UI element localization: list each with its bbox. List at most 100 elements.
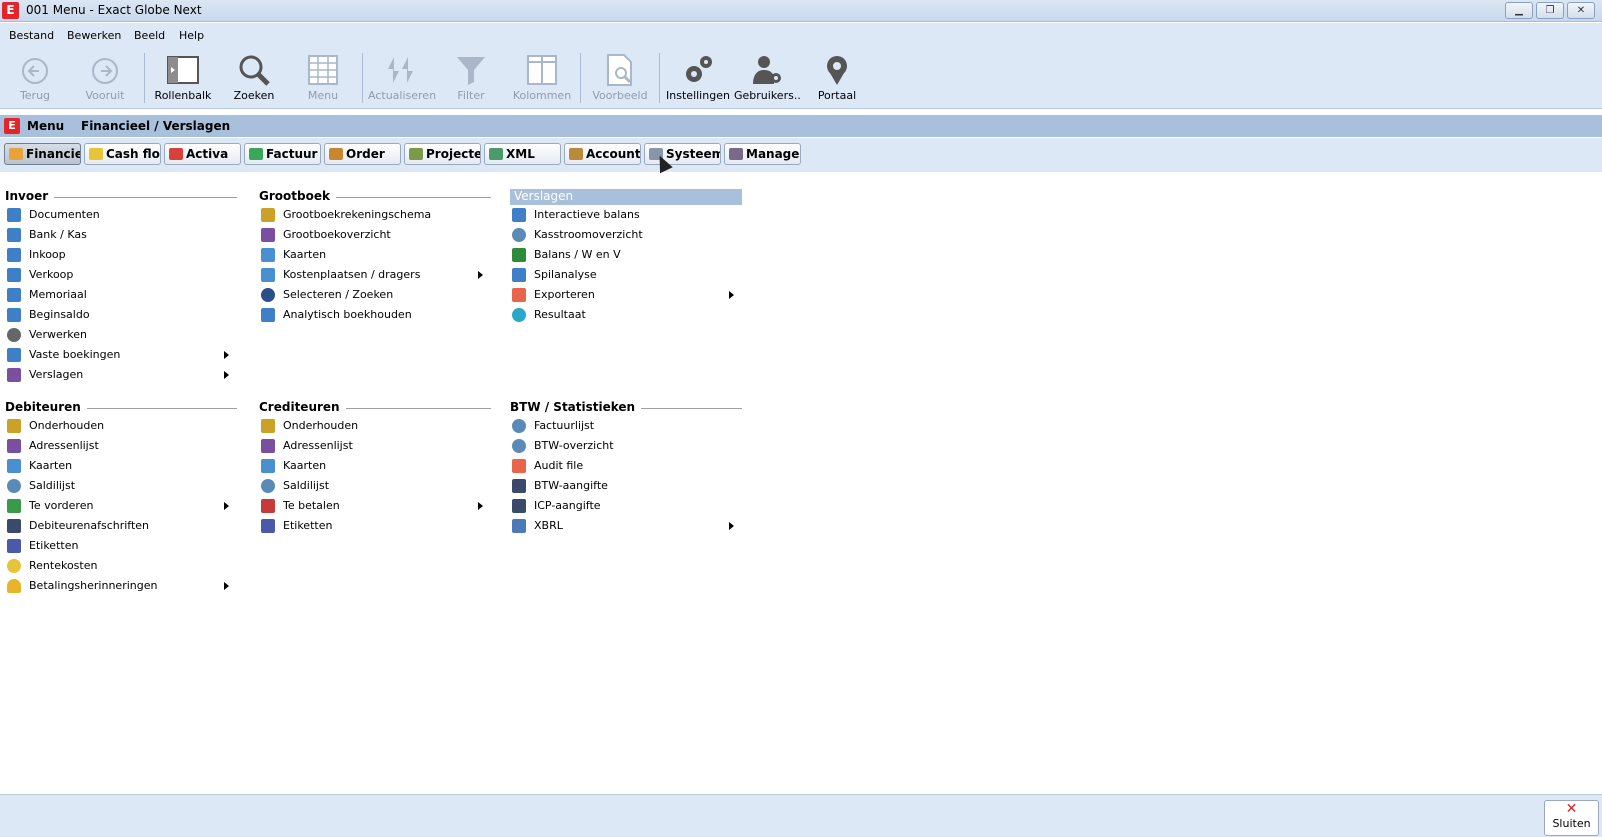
module-tab-bar: Financieel Cash flow Activa Factuur Orde… — [0, 138, 1602, 172]
menu-item-adressenlijst[interactable]: Adressenlijst — [259, 436, 491, 456]
menu-item-icp-aangifte[interactable]: ICP-aangifte — [510, 496, 742, 516]
section-title: Verslagen — [510, 189, 742, 205]
menu-item-saldilijst[interactable]: Saldilijst — [259, 476, 491, 496]
tab-factuur[interactable]: Factuur — [244, 143, 321, 165]
wrench-icon — [7, 419, 21, 433]
magnifier-icon — [512, 228, 526, 242]
menu-item-balans-w-en-v[interactable]: Balans / W en V — [510, 245, 742, 265]
submenu-arrow-icon — [224, 582, 229, 590]
tab-projecten[interactable]: Projecten — [404, 143, 481, 165]
toolbar: Terug Vooruit Rollenbalk Zoeken Menu Act… — [0, 47, 1602, 109]
menu-item-onderhouden[interactable]: Onderhouden — [259, 416, 491, 436]
menu-bar: Bestand Bewerken Beeld Help — [0, 23, 1602, 47]
menu-item-kostenplaatsen-dragers[interactable]: Kostenplaatsen / dragers — [259, 265, 491, 285]
tab-activa[interactable]: Activa — [164, 143, 241, 165]
menu-item-debiteurenafschriften[interactable]: Debiteurenafschriften — [5, 516, 237, 536]
menu-item-vaste-boekingen[interactable]: Vaste boekingen — [5, 345, 237, 365]
forward-button[interactable]: Vooruit — [82, 53, 128, 105]
table-icon — [512, 208, 526, 222]
app-logo-icon: E — [2, 2, 19, 19]
refresh-button[interactable]: Actualiseren — [368, 53, 436, 105]
menu-item-resultaat[interactable]: Resultaat — [510, 305, 742, 325]
menu-item-verwerken[interactable]: Verwerken — [5, 325, 237, 345]
refresh-icon — [388, 57, 413, 83]
menu-help[interactable]: Help — [179, 29, 204, 42]
back-button[interactable]: Terug — [12, 53, 58, 105]
preview-button[interactable]: Voorbeeld — [590, 53, 650, 105]
users-icon — [753, 56, 781, 84]
menu-item-kaarten[interactable]: Kaarten — [259, 456, 491, 476]
menu-item-btw-overzicht[interactable]: BTW-overzicht — [510, 436, 742, 456]
grid-menu-icon — [308, 55, 338, 85]
menu-item-kaarten[interactable]: Kaarten — [259, 245, 491, 265]
menu-beeld[interactable]: Beeld — [134, 29, 165, 42]
purchase-entry-icon — [7, 248, 21, 262]
menu-item-verkoop[interactable]: Verkoop — [5, 265, 237, 285]
menu-item-audit-file[interactable]: Audit file — [510, 456, 742, 476]
columns-button[interactable]: Kolommen — [512, 53, 572, 105]
sales-entry-icon — [7, 268, 21, 282]
menu-item-te-vorderen[interactable]: Te vorderen — [5, 496, 237, 516]
gears-icon — [686, 56, 712, 82]
minimize-button[interactable]: ▁ — [1505, 2, 1533, 19]
menu-item-factuurlijst[interactable]: Factuurlijst — [510, 416, 742, 436]
menu-item-betalingsherinneringen[interactable]: Betalingsherinneringen — [5, 576, 237, 596]
sluiten-button[interactable]: ✕ Sluiten — [1544, 800, 1599, 836]
portal-button[interactable]: Portaal — [814, 53, 860, 105]
menu-item-onderhouden[interactable]: Onderhouden — [5, 416, 237, 436]
close-window-button[interactable]: ✕ — [1567, 2, 1595, 19]
menu-button[interactable]: Menu — [300, 53, 346, 105]
menu-item-te-betalen[interactable]: Te betalen — [259, 496, 491, 516]
projects-icon — [409, 148, 423, 160]
menu-item-saldilijst[interactable]: Saldilijst — [5, 476, 237, 496]
rollenbalk-button[interactable]: Rollenbalk — [153, 53, 213, 105]
menu-bestand[interactable]: Bestand — [9, 29, 54, 42]
tab-management[interactable]: Management — [724, 143, 801, 165]
menu-item-memoriaal[interactable]: Memoriaal — [5, 285, 237, 305]
menu-item-grootboekrekeningschema[interactable]: Grootboekrekeningschema — [259, 205, 491, 225]
menu-item-inkoop[interactable]: Inkoop — [5, 245, 237, 265]
settings-button[interactable]: Instellingen — [666, 53, 730, 105]
report-book-icon — [261, 228, 275, 242]
menu-item-etiketten[interactable]: Etiketten — [5, 536, 237, 556]
wrench-icon — [261, 208, 275, 222]
breadcrumb-menu[interactable]: Menu — [27, 119, 64, 133]
filter-button[interactable]: Filter — [448, 53, 494, 105]
menu-item-exporteren[interactable]: Exporteren — [510, 285, 742, 305]
toolbar-separator — [144, 53, 145, 103]
menu-item-spilanalyse[interactable]: Spilanalyse — [510, 265, 742, 285]
cards-icon — [261, 459, 275, 473]
tab-xml[interactable]: XML — [484, 143, 561, 165]
menu-item-grootboekoverzicht[interactable]: Grootboekoverzicht — [259, 225, 491, 245]
toolbar-separator — [362, 53, 363, 103]
users-button[interactable]: Gebruikers.. — [734, 53, 801, 105]
magnifier-icon — [261, 479, 275, 493]
menu-item-adressenlijst[interactable]: Adressenlijst — [5, 436, 237, 456]
cards-icon — [261, 248, 275, 262]
menu-item-kaarten[interactable]: Kaarten — [5, 456, 237, 476]
menu-bewerken[interactable]: Bewerken — [67, 29, 121, 42]
menu-item-verslagen[interactable]: Verslagen — [5, 365, 237, 385]
menu-item-xbrl[interactable]: XBRL — [510, 516, 742, 536]
menu-item-interactieve-balans[interactable]: Interactieve balans — [510, 205, 742, 225]
menu-item-rentekosten[interactable]: Rentekosten — [5, 556, 237, 576]
menu-item-analytisch-boekhouden[interactable]: Analytisch boekhouden — [259, 305, 491, 325]
back-arrow-icon — [22, 58, 48, 84]
menu-item-bank-kas[interactable]: Bank / Kas — [5, 225, 237, 245]
tab-financieel[interactable]: Financieel — [4, 143, 81, 165]
menu-item-kasstroomoverzicht[interactable]: Kasstroomoverzicht — [510, 225, 742, 245]
tab-order[interactable]: Order — [324, 143, 401, 165]
menu-item-selecteren-zoeken[interactable]: Selecteren / Zoeken — [259, 285, 491, 305]
menu-item-documenten[interactable]: Documenten — [5, 205, 237, 225]
cash-flow-icon — [89, 148, 103, 160]
menu-item-btw-aangifte[interactable]: BTW-aangifte — [510, 476, 742, 496]
search-button[interactable]: Zoeken — [231, 53, 277, 105]
report-book-icon — [7, 368, 21, 382]
section-title: Grootboek — [259, 189, 491, 205]
tab-cash-flow[interactable]: Cash flow — [84, 143, 161, 165]
menu-item-beginsaldo[interactable]: Beginsaldo — [5, 305, 237, 325]
restore-button[interactable]: ❐ — [1536, 2, 1564, 19]
export-arrow-icon — [512, 288, 526, 302]
tab-accountancy[interactable]: Accountancy — [564, 143, 641, 165]
menu-item-etiketten[interactable]: Etiketten — [259, 516, 491, 536]
